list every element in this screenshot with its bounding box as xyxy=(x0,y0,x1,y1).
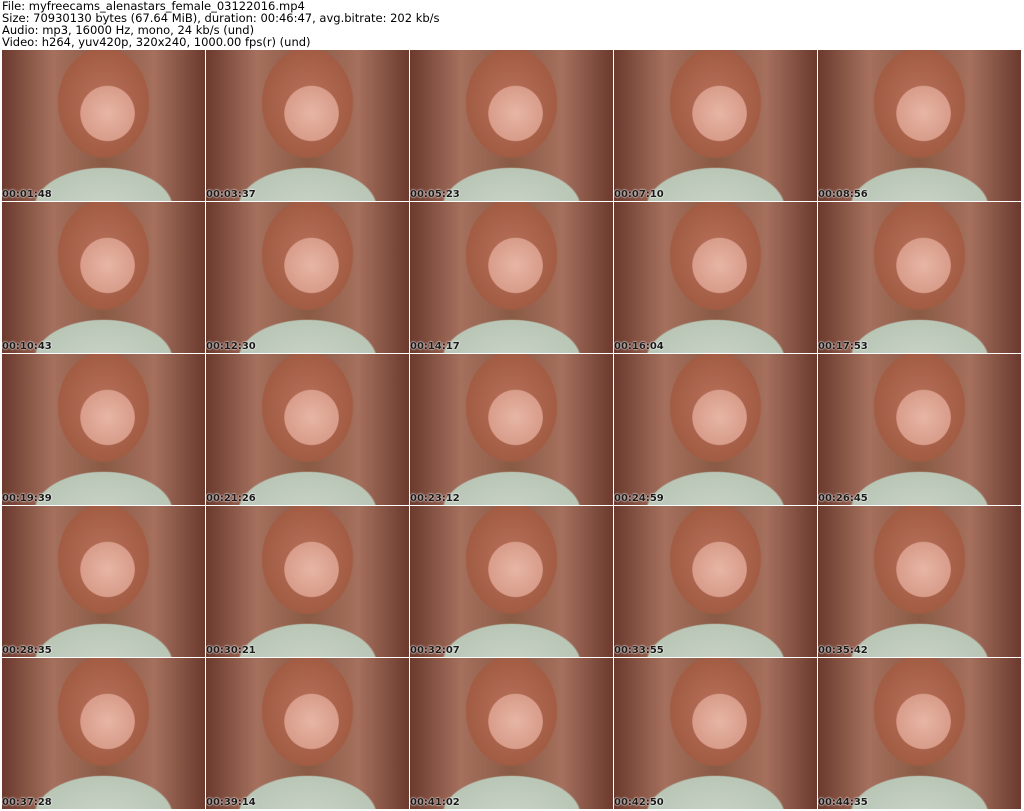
thumbnail: 00:41:02 xyxy=(410,658,613,809)
file-info-header: File: myfreecams_alenastars_female_03122… xyxy=(2,0,1022,48)
thumbnail: 00:03:37 xyxy=(206,50,409,201)
thumbnail: 00:37:28 xyxy=(2,658,205,809)
timestamp-label: 00:37:28 xyxy=(2,797,52,808)
thumbnail: 00:10:43 xyxy=(2,202,205,353)
timestamp-label: 00:12:30 xyxy=(206,341,256,352)
thumbnail: 00:28:35 xyxy=(2,506,205,657)
timestamp-label: 00:07:10 xyxy=(614,189,664,200)
timestamp-label: 00:16:04 xyxy=(614,341,664,352)
thumbnail: 00:30:21 xyxy=(206,506,409,657)
timestamp-label: 00:44:35 xyxy=(818,797,868,808)
thumbnail: 00:07:10 xyxy=(614,50,817,201)
timestamp-label: 00:03:37 xyxy=(206,189,256,200)
thumbnail-grid: 00:01:48 00:03:37 00:05:23 00:07:10 00:0… xyxy=(2,50,1024,811)
thumbnail: 00:14:17 xyxy=(410,202,613,353)
timestamp-label: 00:19:39 xyxy=(2,493,52,504)
timestamp-label: 00:32:07 xyxy=(410,645,460,656)
timestamp-label: 00:42:50 xyxy=(614,797,664,808)
timestamp-label: 00:14:17 xyxy=(410,341,460,352)
thumbnail: 00:12:30 xyxy=(206,202,409,353)
thumbnail: 00:33:55 xyxy=(614,506,817,657)
timestamp-label: 00:10:43 xyxy=(2,341,52,352)
timestamp-label: 00:35:42 xyxy=(818,645,868,656)
thumbnail: 00:26:45 xyxy=(818,354,1021,505)
timestamp-label: 00:21:26 xyxy=(206,493,256,504)
thumbnail: 00:01:48 xyxy=(2,50,205,201)
timestamp-label: 00:30:21 xyxy=(206,645,256,656)
thumbnail: 00:16:04 xyxy=(614,202,817,353)
thumbnail: 00:05:23 xyxy=(410,50,613,201)
timestamp-label: 00:17:53 xyxy=(818,341,868,352)
thumbnail: 00:39:14 xyxy=(206,658,409,809)
video-info-line: Video: h264, yuv420p, 320x240, 1000.00 f… xyxy=(2,35,311,49)
thumbnail: 00:08:56 xyxy=(818,50,1021,201)
timestamp-label: 00:28:35 xyxy=(2,645,52,656)
timestamp-label: 00:24:59 xyxy=(614,493,664,504)
timestamp-label: 00:05:23 xyxy=(410,189,460,200)
timestamp-label: 00:39:14 xyxy=(206,797,256,808)
thumbnail: 00:35:42 xyxy=(818,506,1021,657)
thumbnail: 00:23:12 xyxy=(410,354,613,505)
thumbnail: 00:32:07 xyxy=(410,506,613,657)
timestamp-label: 00:41:02 xyxy=(410,797,460,808)
thumbnail: 00:19:39 xyxy=(2,354,205,505)
timestamp-label: 00:01:48 xyxy=(2,189,52,200)
thumbnail: 00:42:50 xyxy=(614,658,817,809)
thumbnail: 00:44:35 xyxy=(818,658,1021,809)
timestamp-label: 00:23:12 xyxy=(410,493,460,504)
thumbnail: 00:17:53 xyxy=(818,202,1021,353)
timestamp-label: 00:08:56 xyxy=(818,189,868,200)
timestamp-label: 00:26:45 xyxy=(818,493,868,504)
thumbnail: 00:24:59 xyxy=(614,354,817,505)
thumbnail: 00:21:26 xyxy=(206,354,409,505)
timestamp-label: 00:33:55 xyxy=(614,645,664,656)
